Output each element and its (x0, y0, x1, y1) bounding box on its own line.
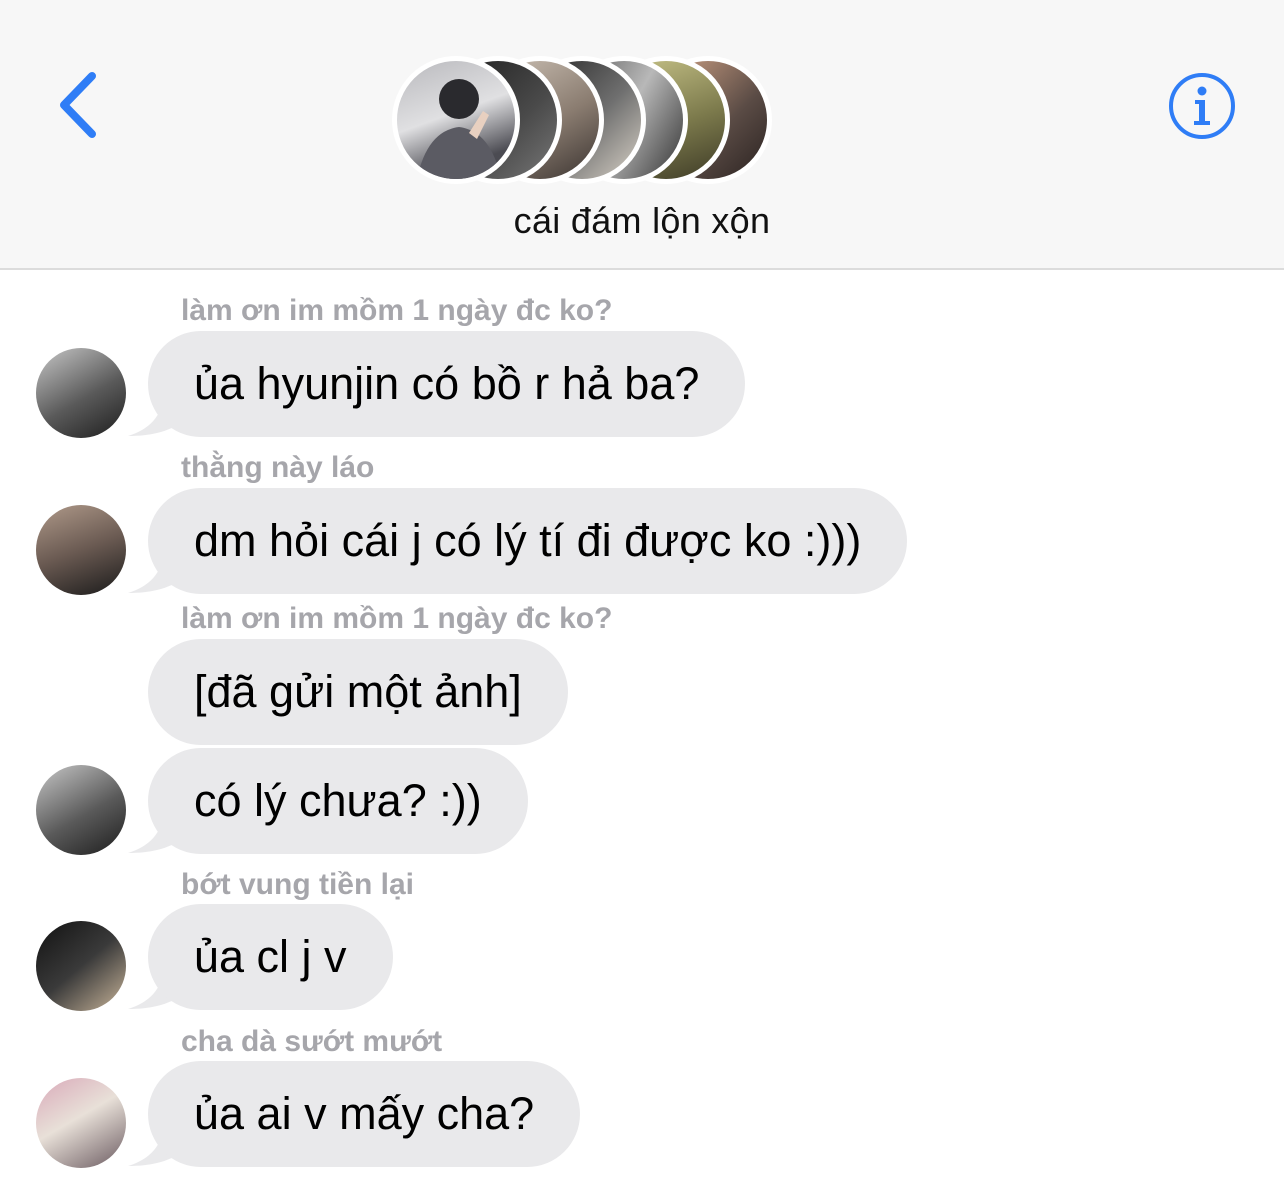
avatar (392, 56, 520, 184)
info-button[interactable] (1166, 70, 1238, 142)
sender-name: bớt vung tiền lại (181, 868, 414, 901)
person-photo-icon (417, 79, 501, 179)
group-name[interactable]: cái đám lộn xộn (0, 200, 1284, 242)
chevron-left-icon (60, 72, 96, 138)
info-icon (1169, 73, 1235, 139)
sender-name: cha dà sướt mướt (181, 1025, 443, 1058)
message-bubble[interactable]: ủa hyunjin có bồ r hả ba? (148, 331, 746, 437)
group-avatar-stack[interactable] (392, 56, 772, 186)
message-bubble[interactable]: [đã gửi một ảnh] (148, 639, 568, 745)
message-bubble[interactable]: dm hỏi cái j có lý tí đi được ko :))) (148, 488, 908, 594)
chat-header: cái đám lộn xộn (0, 0, 1284, 270)
avatar[interactable] (36, 765, 126, 855)
back-button[interactable] (48, 70, 118, 140)
message-bubble[interactable]: có lý chưa? :)) (148, 748, 528, 854)
message-bubble[interactable]: ủa ai v mấy cha? (148, 1061, 581, 1167)
sender-name: làm ơn im mồm 1 ngày đc ko? (181, 294, 613, 327)
sender-name: làm ơn im mồm 1 ngày đc ko? (181, 602, 613, 635)
message-bubble[interactable]: ủa cl j v (148, 904, 393, 1010)
avatar[interactable] (36, 505, 126, 595)
avatar[interactable] (36, 348, 126, 438)
sender-name: thằng này láo (181, 451, 375, 484)
avatar[interactable] (36, 921, 126, 1011)
avatar[interactable] (36, 1078, 126, 1168)
